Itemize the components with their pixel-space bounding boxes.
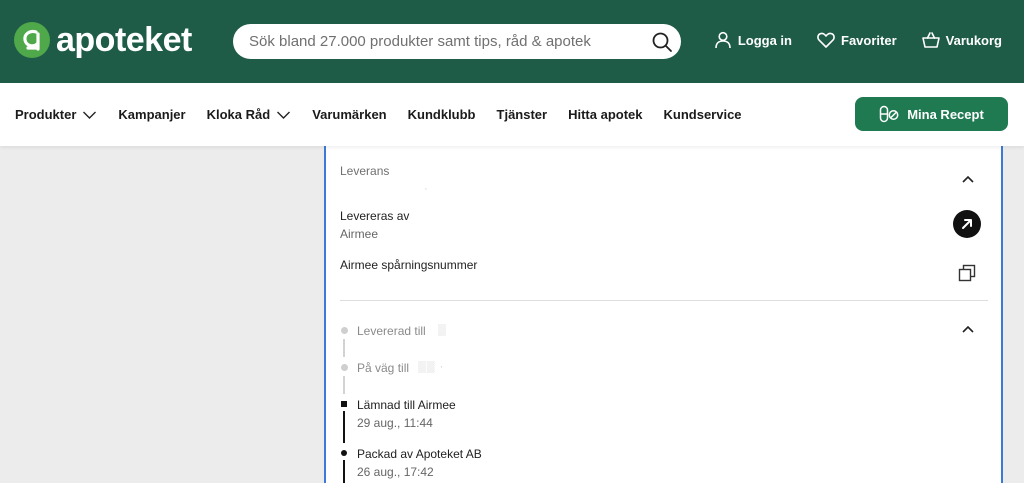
chevron-up-icon[interactable] [960,174,976,184]
section-divider [340,300,988,301]
external-link-button[interactable] [953,210,981,238]
nav-item-label: Kloka Råd [206,107,271,122]
cart-button[interactable]: Varukorg [921,30,1002,50]
timeline-step-time: 26 aug., 17:42 [357,465,434,479]
arrow-up-right-icon [962,219,972,229]
nav-item-kloka-rad[interactable]: Kloka Råd [207,107,292,122]
chevron-up-icon[interactable] [960,324,976,334]
apoteket-logo[interactable]: apoteket [14,22,192,58]
timeline-marker [341,401,347,407]
nav-item-label: Kampanjer [118,107,186,122]
nav-item-tjanster[interactable]: Tjänster [497,107,548,122]
timeline-step-time: 29 aug., 11:44 [357,416,433,430]
main-navigation: Produkter Kampanjer Kloka Råd Varumärken… [0,83,1024,146]
top-header: apoteket Logga in Favoriter [0,0,1024,83]
timeline-connector [343,460,345,483]
timeline-step-label: Levererad till [357,324,426,338]
nav-item-label: Kundservice [663,107,742,122]
nav-item-label: Kundklubb [407,107,476,122]
tracking-number-label: Airmee spårningsnummer [340,258,478,272]
nav-item-kundklubb[interactable]: Kundklubb [408,107,476,122]
mina-recept-button[interactable]: Mina Recept [855,97,1008,131]
favorites-button[interactable]: Favoriter [816,30,897,50]
delivered-by-value: Airmee [340,227,379,241]
pills-icon [879,105,899,123]
timeline-step-label: På väg till [357,361,410,375]
timeline-dot [341,327,348,334]
search-bar [233,24,681,59]
timeline-dot [341,450,347,456]
apoteket-logo-icon [14,22,50,58]
redacted-text: ▒▒ · [418,361,445,373]
nav-item-label: Tjänster [496,107,548,122]
cart-label: Varukorg [945,32,1002,48]
timeline-dot [341,364,348,371]
search-icon[interactable] [651,31,673,53]
nav-item-label: Hitta apotek [568,107,643,122]
heart-icon [817,32,835,48]
nav-item-label: Varumärken [312,107,387,122]
chevron-down-icon [277,111,291,119]
header-actions: Logga in Favoriter Varukorg [713,30,1002,50]
basket-icon [921,32,940,48]
nav-item-produkter[interactable]: Produkter [15,107,97,122]
search-input[interactable] [233,24,643,59]
redacted-text: ▒ [438,324,447,336]
timeline-connector [343,339,345,357]
timeline-connector [343,376,345,394]
delivery-card: Leverans · Levereras av Airmee Airmee sp… [324,140,1003,483]
delivered-by-label: Levereras av [340,209,410,223]
favorites-label: Favoriter [841,32,897,48]
nav-item-label: Produkter [15,107,77,122]
nav-item-hitta-apotek[interactable]: Hitta apotek [568,107,642,122]
timeline-connector [343,411,345,443]
nav-menu: Produkter Kampanjer Kloka Råd Varumärken… [15,107,742,122]
chevron-down-icon [83,111,97,119]
nav-item-kundservice[interactable]: Kundservice [664,107,742,122]
logo-text: apoteket [56,21,192,59]
redacted-text: · [424,183,429,195]
copy-icon[interactable] [957,263,977,283]
timeline-step-label: Lämnad till Airmee [357,398,456,412]
nav-item-varumarken[interactable]: Varumärken [312,107,386,122]
delivery-section-title: Leverans [340,164,390,178]
mina-recept-label: Mina Recept [907,106,984,122]
user-icon [715,31,731,49]
timeline-step-label: Packad av Apoteket AB [357,447,482,461]
login-button[interactable]: Logga in [713,30,792,50]
login-label: Logga in [737,32,792,48]
nav-item-kampanjer[interactable]: Kampanjer [118,107,185,122]
